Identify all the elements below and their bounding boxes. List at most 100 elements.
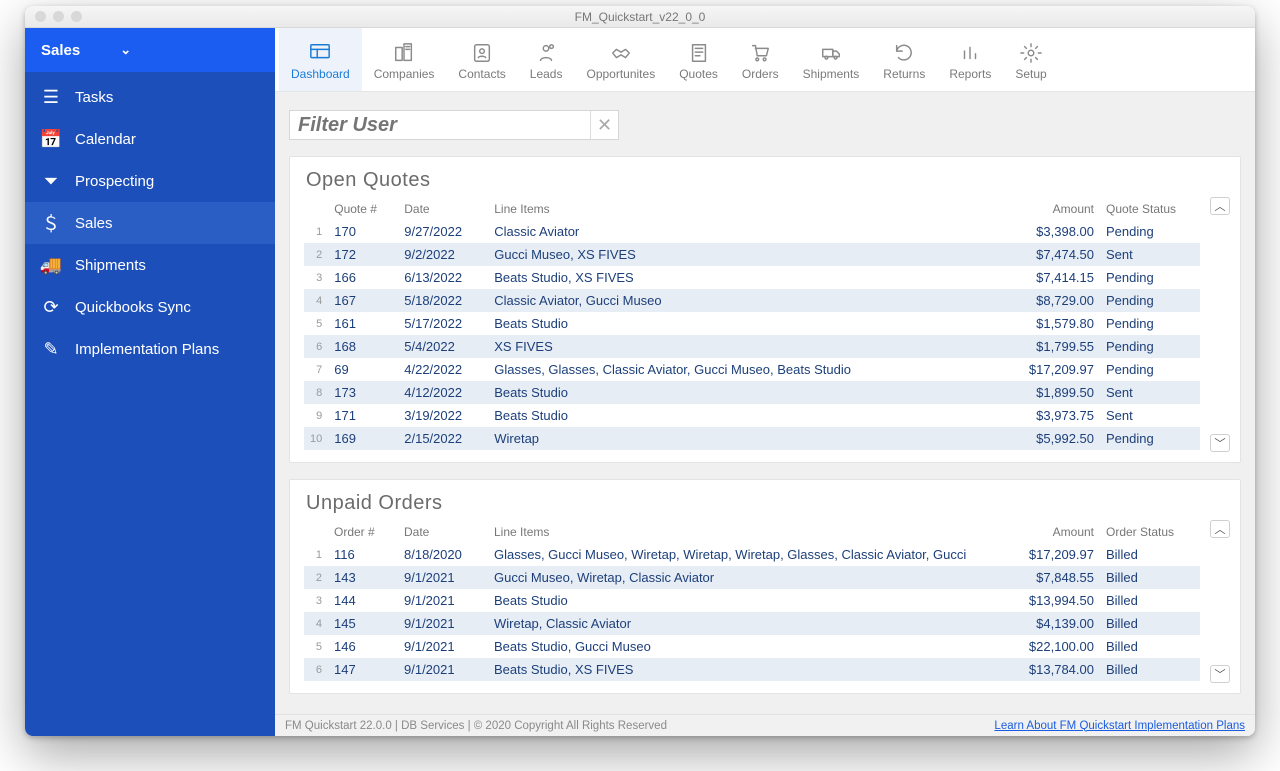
cell-status: Sent (1100, 243, 1200, 266)
table-row[interactable]: 5 161 5/17/2022 Beats Studio $1,579.80 P… (304, 312, 1200, 335)
returns-icon (890, 41, 918, 65)
cell-id: 69 (328, 358, 398, 381)
traffic-max-icon[interactable] (71, 11, 82, 22)
cell-amount: $8,729.00 (1000, 289, 1100, 312)
traffic-min-icon[interactable] (53, 11, 64, 22)
row-index: 5 (304, 635, 328, 658)
toolbar-opportunites[interactable]: Opportunites (574, 28, 667, 91)
toolbar-contacts[interactable]: Contacts (446, 28, 517, 91)
row-index: 4 (304, 289, 328, 312)
toolbar-reports[interactable]: Reports (937, 28, 1003, 91)
table-row[interactable]: 7 69 4/22/2022 Glasses, Glasses, Classic… (304, 358, 1200, 381)
toolbar-quotes[interactable]: Quotes (667, 28, 730, 91)
cell-date: 6/13/2022 (398, 266, 488, 289)
sidebar-item-calendar[interactable]: 📅 Calendar (25, 118, 275, 160)
footer-text: FM Quickstart 22.0.0 | DB Services | © 2… (285, 720, 667, 732)
cell-id: 168 (328, 335, 398, 358)
cell-id: 146 (328, 635, 398, 658)
sidebar-item-sales[interactable]: ＄ Sales (25, 202, 275, 244)
toolbar-label: Companies (374, 67, 435, 81)
row-index: 1 (304, 543, 328, 566)
unpaid-orders-table: Order #DateLine ItemsAmountOrder Status … (304, 521, 1200, 681)
toolbar-setup[interactable]: Setup (1003, 28, 1058, 91)
traffic-close-icon[interactable] (35, 11, 46, 22)
quotes-scroll-up[interactable]: ︿ (1210, 197, 1230, 215)
cell-items: Beats Studio (488, 404, 1000, 427)
unpaid-orders-title: Unpaid Orders (306, 492, 1226, 515)
cell-date: 8/18/2020 (398, 543, 488, 566)
cell-date: 9/27/2022 (398, 220, 488, 243)
cell-items: Glasses, Gucci Museo, Wiretap, Wiretap, … (488, 543, 1000, 566)
toolbar-shipments[interactable]: Shipments (791, 28, 872, 91)
orders-scroll-down[interactable]: ﹀ (1210, 665, 1230, 683)
cell-status: Billed (1100, 566, 1200, 589)
cell-date: 9/1/2021 (398, 566, 488, 589)
shipments-icon (817, 41, 845, 65)
column-header: Order # (328, 521, 398, 543)
chevron-down-icon: ﹀ (1215, 666, 1226, 682)
cell-status: Billed (1100, 612, 1200, 635)
clear-filter-button[interactable]: ✕ (590, 111, 618, 139)
orders-scroll-up[interactable]: ︿ (1210, 520, 1230, 538)
sidebar-item-shipments[interactable]: 🚚 Shipments (25, 244, 275, 286)
toolbar-companies[interactable]: Companies (362, 28, 447, 91)
column-header: Date (398, 521, 488, 543)
sidebar-header[interactable]: Sales ⌄ (25, 28, 275, 72)
table-row[interactable]: 3 144 9/1/2021 Beats Studio $13,994.50 B… (304, 589, 1200, 612)
toolbar-label: Contacts (458, 67, 505, 81)
toolbar-leads[interactable]: Leads (518, 28, 575, 91)
toolbar-dashboard[interactable]: Dashboard (279, 28, 362, 91)
table-row[interactable]: 1 116 8/18/2020 Glasses, Gucci Museo, Wi… (304, 543, 1200, 566)
table-row[interactable]: 2 143 9/1/2021 Gucci Museo, Wiretap, Cla… (304, 566, 1200, 589)
row-index: 8 (304, 381, 328, 404)
cell-status: Pending (1100, 335, 1200, 358)
filter-user-input[interactable] (290, 114, 590, 137)
quotes-scroll-down[interactable]: ﹀ (1210, 434, 1230, 452)
cell-items: Beats Studio (488, 312, 1000, 335)
cell-id: 166 (328, 266, 398, 289)
table-row[interactable]: 2 172 9/2/2022 Gucci Museo, XS FIVES $7,… (304, 243, 1200, 266)
sidebar-item-label: Tasks (75, 89, 113, 106)
sidebar-item-tasks[interactable]: ☰ Tasks (25, 76, 275, 118)
unpaid-orders-panel: Unpaid Orders ︿ ﹀ Order #DateLine ItemsA… (289, 479, 1241, 694)
toolbar-orders[interactable]: Orders (730, 28, 791, 91)
handshake-icon (607, 41, 635, 65)
table-row[interactable]: 10 169 2/15/2022 Wiretap $5,992.50 Pendi… (304, 427, 1200, 450)
cell-items: Beats Studio, XS FIVES (488, 658, 1000, 681)
toolbar-returns[interactable]: Returns (871, 28, 937, 91)
table-row[interactable]: 4 145 9/1/2021 Wiretap, Classic Aviator … (304, 612, 1200, 635)
table-row[interactable]: 8 173 4/12/2022 Beats Studio $1,899.50 S… (304, 381, 1200, 404)
cell-status: Billed (1100, 635, 1200, 658)
cell-date: 4/12/2022 (398, 381, 488, 404)
table-row[interactable]: 6 147 9/1/2021 Beats Studio, XS FIVES $1… (304, 658, 1200, 681)
row-index: 3 (304, 589, 328, 612)
table-row[interactable]: 9 171 3/19/2022 Beats Studio $3,973.75 S… (304, 404, 1200, 427)
cell-items: Beats Studio, XS FIVES (488, 266, 1000, 289)
cell-id: 144 (328, 589, 398, 612)
column-header: Line Items (488, 521, 1000, 543)
pen-icon: ✎ (41, 339, 61, 359)
footer-link[interactable]: Learn About FM Quickstart Implementation… (994, 720, 1245, 732)
chevron-down-icon: ⌄ (120, 42, 131, 58)
cell-status: Sent (1100, 404, 1200, 427)
sidebar-item-prospecting[interactable]: ⏷ Prospecting (25, 160, 275, 202)
sync-icon: ⟳ (41, 297, 61, 317)
open-quotes-panel: Open Quotes ︿ ﹀ Quote #DateLine ItemsAmo… (289, 156, 1241, 463)
row-index: 9 (304, 404, 328, 427)
cell-amount: $17,209.97 (1000, 358, 1100, 381)
cell-items: Glasses, Glasses, Classic Aviator, Gucci… (488, 358, 1000, 381)
cell-id: 169 (328, 427, 398, 450)
table-row[interactable]: 4 167 5/18/2022 Classic Aviator, Gucci M… (304, 289, 1200, 312)
table-row[interactable]: 1 170 9/27/2022 Classic Aviator $3,398.0… (304, 220, 1200, 243)
sidebar-item-label: Shipments (75, 257, 146, 274)
cell-id: 145 (328, 612, 398, 635)
table-row[interactable]: 6 168 5/4/2022 XS FIVES $1,799.55 Pendin… (304, 335, 1200, 358)
cell-amount: $13,994.50 (1000, 589, 1100, 612)
row-index: 7 (304, 358, 328, 381)
cell-date: 9/1/2021 (398, 612, 488, 635)
sidebar-item-implementation-plans[interactable]: ✎ Implementation Plans (25, 328, 275, 370)
sidebar-item-quickbooks-sync[interactable]: ⟳ Quickbooks Sync (25, 286, 275, 328)
table-row[interactable]: 3 166 6/13/2022 Beats Studio, XS FIVES $… (304, 266, 1200, 289)
table-row[interactable]: 5 146 9/1/2021 Beats Studio, Gucci Museo… (304, 635, 1200, 658)
cell-amount: $4,139.00 (1000, 612, 1100, 635)
